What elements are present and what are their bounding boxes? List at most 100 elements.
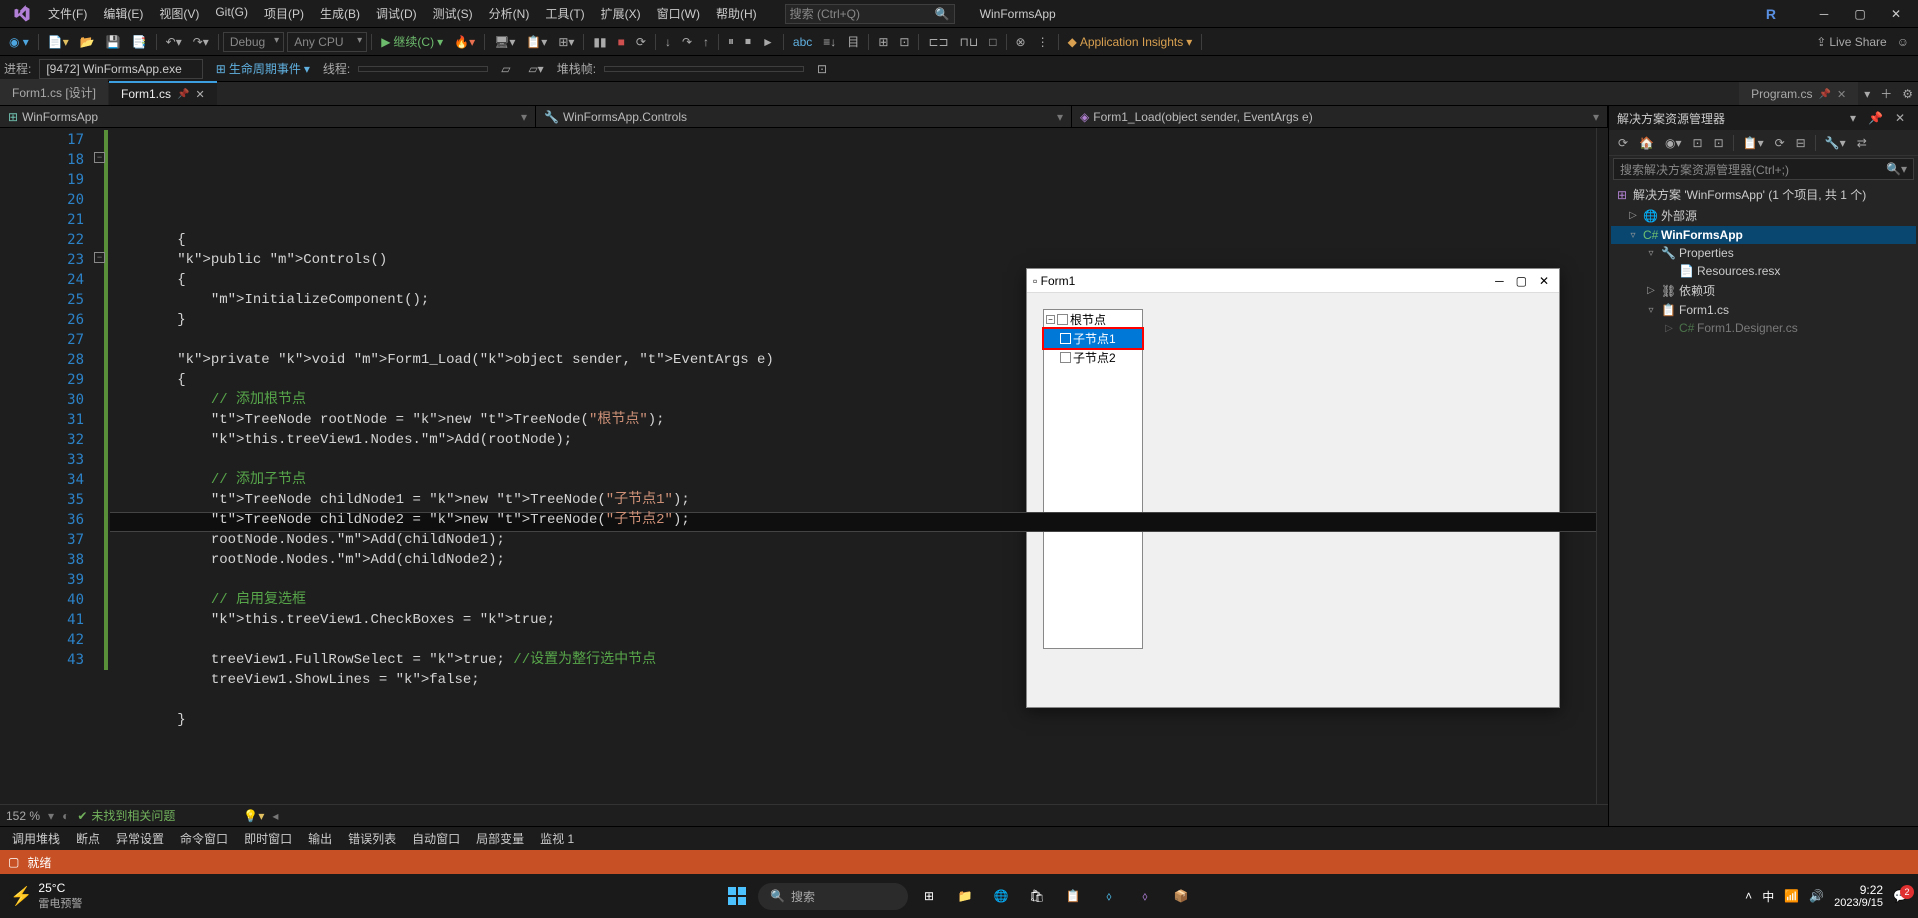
pin-icon[interactable]: 📌: [1819, 89, 1831, 100]
tb-icon-m[interactable]: ⋮: [1032, 32, 1054, 52]
sol-tb-btn[interactable]: ⊡: [1688, 133, 1708, 153]
maximize-button[interactable]: ▢: [1842, 0, 1878, 28]
tree-form1[interactable]: ▿📋Form1.cs: [1611, 301, 1916, 319]
lightbulb-icon[interactable]: 💡▾: [243, 809, 264, 823]
notifications-icon[interactable]: 💬2: [1893, 889, 1908, 903]
scrollbar[interactable]: [1596, 128, 1608, 804]
feedback-button[interactable]: ☺: [1892, 32, 1914, 52]
menu-item[interactable]: 测试(S): [425, 1, 481, 26]
store-icon[interactable]: 🛍: [1022, 881, 1052, 911]
layout-button[interactable]: ⊞▾: [553, 32, 579, 52]
ime-icon[interactable]: 中: [1762, 888, 1774, 905]
app-icon[interactable]: 📋: [1058, 881, 1088, 911]
minimize-button[interactable]: ─: [1806, 0, 1842, 28]
bottom-tab[interactable]: 输出: [300, 827, 340, 850]
sol-tb-btn[interactable]: ⟳: [1770, 133, 1790, 153]
tree-properties[interactable]: ▿🔧Properties: [1611, 244, 1916, 262]
fold-box[interactable]: −: [94, 252, 105, 263]
thread-btn-b[interactable]: ▱▾: [523, 59, 548, 79]
tree-form1-designer[interactable]: ▷C#Form1.Designer.cs: [1611, 319, 1916, 337]
code-area[interactable]: { "k">public "m">Controls() { "m">Initia…: [110, 128, 1596, 804]
close-icon[interactable]: ✕: [195, 88, 204, 101]
close-icon[interactable]: ✕: [1837, 88, 1846, 101]
task-view-icon[interactable]: ⊞: [914, 881, 944, 911]
continue-button[interactable]: ▶ 继续(C) ▾: [376, 30, 448, 53]
sol-tb-btn[interactable]: ⊡: [1709, 133, 1729, 153]
browser-button[interactable]: 🖥▾: [489, 32, 520, 52]
redo-button[interactable]: ↷▾: [188, 32, 214, 52]
issues-indicator[interactable]: ✔ 未找到相关问题: [77, 807, 175, 824]
sol-tb-btn[interactable]: ◉▾: [1660, 133, 1687, 153]
save-all-button[interactable]: 📑: [127, 32, 152, 52]
app-icon[interactable]: 📦: [1166, 881, 1196, 911]
lifecycle-button[interactable]: ⊞ 生命周期事件 ▾: [211, 57, 315, 80]
search-box[interactable]: 搜索 (Ctrl+Q) 🔍: [785, 4, 955, 24]
stack-dropdown[interactable]: [604, 66, 804, 72]
menu-item[interactable]: 工具(T): [537, 1, 592, 26]
config-dropdown[interactable]: Debug: [223, 32, 284, 52]
step-out-button[interactable]: ↑: [698, 32, 714, 52]
tb-icon-j[interactable]: ⊓⊔: [955, 32, 984, 52]
menu-item[interactable]: 扩展(X): [593, 1, 649, 26]
bottom-tab[interactable]: 异常设置: [108, 827, 172, 850]
vs-icon[interactable]: ⬨: [1130, 881, 1160, 911]
tab-program-cs[interactable]: Program.cs📌✕: [1739, 82, 1858, 105]
nav-project[interactable]: ⊞ WinFormsApp: [0, 106, 536, 127]
tb-icon-k[interactable]: □: [984, 32, 1001, 52]
weather-widget[interactable]: ⚡ 25°C 雷电预警: [10, 881, 82, 911]
tb-icon-l[interactable]: ⊗: [1011, 32, 1031, 52]
sol-tb-btn[interactable]: 📋▾: [1738, 133, 1769, 153]
stack-btn[interactable]: ⊡: [812, 59, 832, 79]
script-button[interactable]: 📋▾: [521, 32, 552, 52]
tb-icon-d[interactable]: abc: [788, 32, 817, 52]
tab-gear[interactable]: ⚙: [1897, 84, 1918, 104]
sol-tb-btn[interactable]: ⟳: [1613, 133, 1633, 153]
bottom-tab[interactable]: 局部变量: [468, 827, 532, 850]
open-button[interactable]: 📂: [75, 32, 100, 52]
restart-button[interactable]: ⟳: [631, 32, 651, 52]
bottom-tab[interactable]: 监视 1: [532, 827, 582, 850]
fold-box[interactable]: −: [94, 152, 105, 163]
sol-tb-btn[interactable]: ⊟: [1791, 133, 1811, 153]
sol-close[interactable]: ✕: [1890, 108, 1910, 128]
bottom-tab[interactable]: 断点: [68, 827, 108, 850]
clock-time[interactable]: 9:22: [1834, 883, 1883, 897]
stop-button[interactable]: ■: [613, 32, 630, 52]
menu-item[interactable]: 调试(D): [368, 1, 425, 26]
pin-icon[interactable]: 📌: [177, 89, 189, 100]
menu-item[interactable]: 视图(V): [151, 1, 207, 26]
tree-resources[interactable]: 📄Resources.resx: [1611, 262, 1916, 280]
tab-add[interactable]: ＋: [1875, 82, 1897, 105]
tab-dropdown[interactable]: ▾: [1859, 84, 1875, 104]
sol-pin[interactable]: 📌: [1863, 108, 1888, 128]
volume-icon[interactable]: 🔊: [1809, 889, 1824, 903]
nav-class[interactable]: 🔧 WinFormsApp.Controls: [536, 106, 1072, 127]
tb-icon-a[interactable]: ⏸: [723, 31, 739, 52]
sol-tb-wrench[interactable]: 🔧▾: [1820, 133, 1851, 153]
close-button[interactable]: ✕: [1878, 0, 1914, 28]
menu-item[interactable]: 编辑(E): [95, 1, 151, 26]
insights-button[interactable]: ◆ Application Insights ▾: [1063, 32, 1198, 52]
resharper-icon[interactable]: R: [1766, 6, 1776, 22]
tree-project[interactable]: ▿C#WinFormsApp: [1611, 226, 1916, 244]
tree-external[interactable]: ▷🌐外部源: [1611, 205, 1916, 226]
thread-btn-a[interactable]: ▱: [496, 59, 515, 79]
start-button[interactable]: [722, 881, 752, 911]
explorer-icon[interactable]: 📁: [950, 881, 980, 911]
bottom-tab[interactable]: 调用堆栈: [4, 827, 68, 850]
step-into-button[interactable]: ↓: [660, 32, 676, 52]
zoom-level[interactable]: 152 %: [6, 809, 40, 823]
process-dropdown[interactable]: [9472] WinFormsApp.exe: [39, 59, 202, 79]
thread-dropdown[interactable]: [358, 66, 488, 72]
sol-tb-home[interactable]: 🏠: [1634, 133, 1659, 153]
tb-icon-h[interactable]: ⊡: [894, 32, 914, 52]
tb-icon-b[interactable]: ⏹: [740, 31, 756, 52]
sol-tb-btn[interactable]: ⇄: [1852, 133, 1872, 153]
tab-form1-cs[interactable]: Form1.cs📌✕: [109, 81, 217, 105]
nav-back-button[interactable]: ◉ ▾: [4, 32, 34, 52]
menu-item[interactable]: 项目(P): [256, 1, 312, 26]
tree-deps[interactable]: ▷⛓依赖项: [1611, 280, 1916, 301]
nav-method[interactable]: ◈ Form1_Load(object sender, EventArgs e): [1072, 106, 1608, 127]
bottom-tab[interactable]: 错误列表: [340, 827, 404, 850]
menu-item[interactable]: 窗口(W): [649, 1, 708, 26]
